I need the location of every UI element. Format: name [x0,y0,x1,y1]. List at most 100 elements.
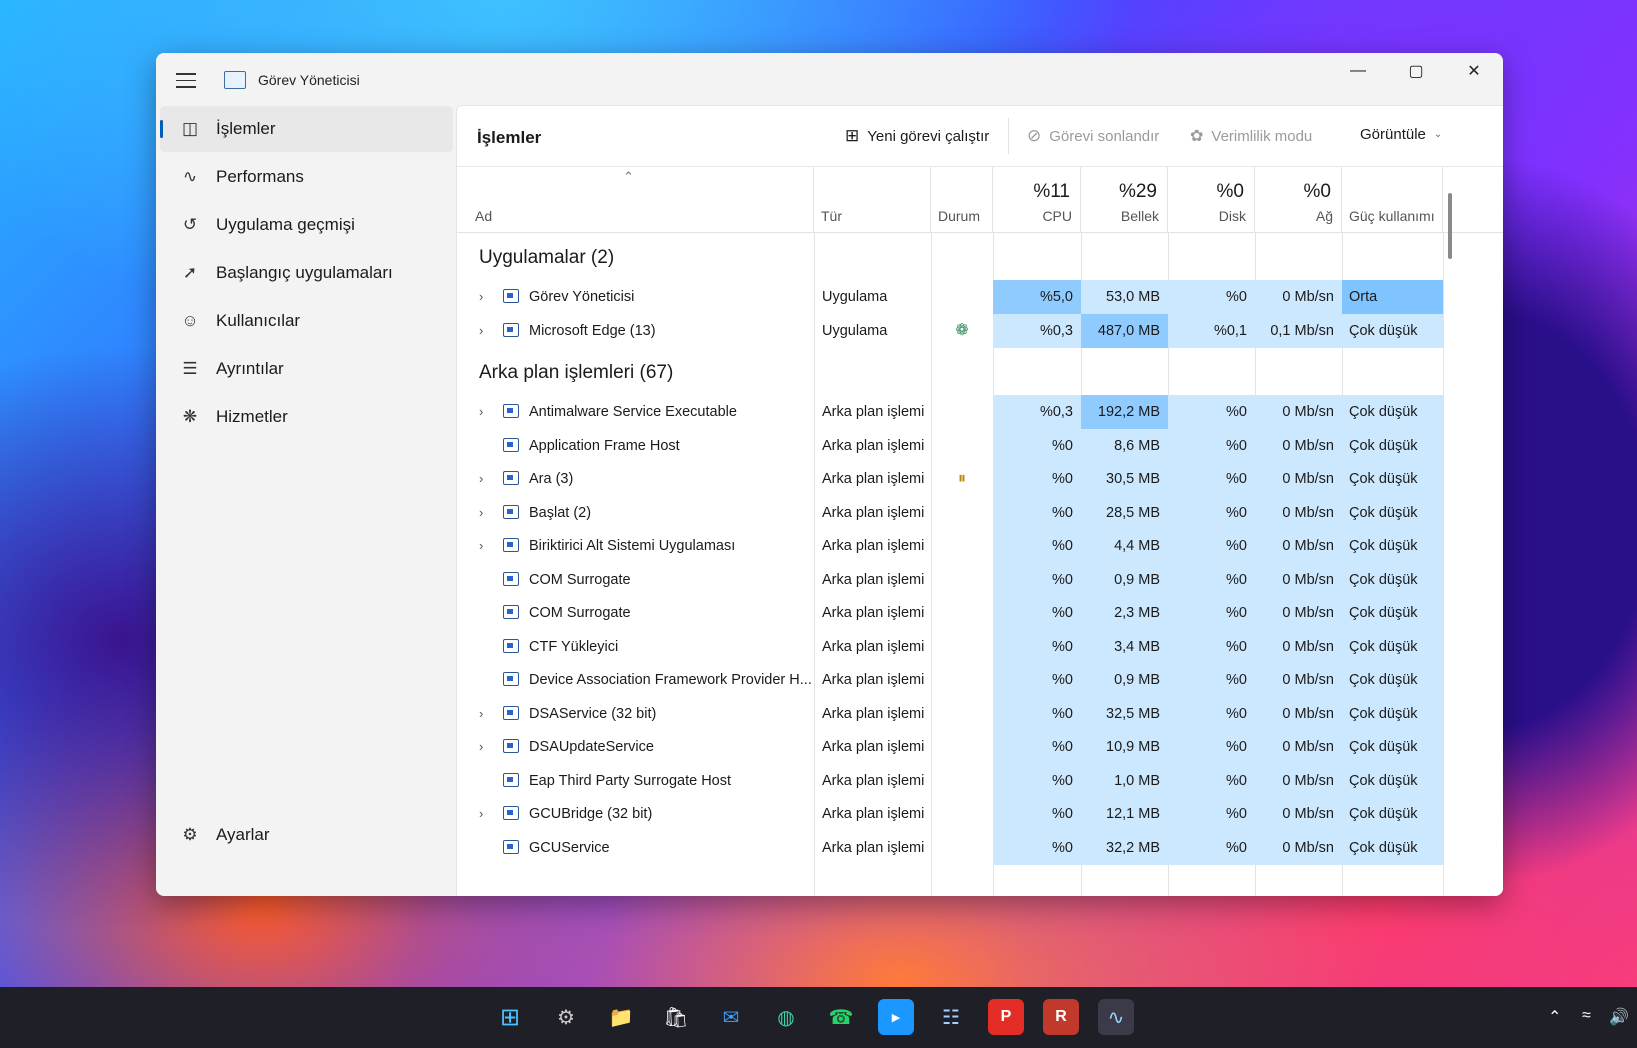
file-explorer-icon[interactable]: 📁 [603,999,639,1035]
gear-icon: ⚙ [182,825,198,844]
process-icon [503,538,519,552]
process-power: Çok düşük [1342,495,1443,530]
table-row[interactable]: › Microsoft Edge (13) Uygulama ❁ %0,3 487,0 M… [457,314,1503,348]
table-row[interactable]: › DSAUpdateService Arka plan işlemi %0 10,9 … [457,730,1503,764]
maximize-button[interactable]: ▢ [1387,53,1445,89]
process-net: 0 Mb/sn [1255,629,1342,664]
table-row[interactable]: COM Surrogate Arka plan işlemi %0 0,9 MB %0 0… [457,562,1503,597]
column-header-power[interactable]: Güç kullanımı [1342,167,1443,232]
sidebar-item-app-history[interactable]: ↺ Uygulama geçmişi [160,202,453,248]
chevron-right-icon[interactable]: › [479,314,493,348]
table-row[interactable]: › Biriktirici Alt Sistemi Uygulaması Arka … [457,529,1503,563]
services-icon: ❋ [182,407,198,426]
sidebar-item-services[interactable]: ❋ Hizmetler [160,394,453,440]
sidebar-item-startup-apps[interactable]: ➚ Başlangıç uygulamaları [160,250,453,296]
efficiency-mode-label: Verimlilik modu [1211,127,1313,145]
process-name: CTF Yükleyici [529,638,619,655]
table-row[interactable]: Device Association Framework Provider H.… [457,663,1503,697]
main-panel: İşlemler ⊞ Yeni görevi çalıştır ⊘ Görevi… [456,105,1503,896]
prime-video-icon[interactable]: ▶ [878,999,914,1035]
vertical-scrollbar[interactable] [1448,193,1452,259]
column-status-label: Durum [938,208,981,224]
table-row[interactable]: Eap Third Party Surrogate Host Arka plan … [457,763,1503,798]
r-app-icon[interactable]: R [1043,999,1079,1035]
chevron-right-icon[interactable]: › [479,280,493,314]
process-mem: 2,3 MB [1081,596,1168,630]
column-header-name[interactable]: ⌃ Ad [457,167,814,232]
sidebar-item-settings[interactable]: ⚙ Ayarlar [160,812,453,858]
chevron-down-icon: ⌄ [1433,129,1443,140]
view-dropdown[interactable]: Görüntüle ⌄ [1360,126,1442,143]
sidebar-item-label: Kullanıcılar [216,311,301,330]
notepad-icon[interactable]: ☷ [933,999,969,1035]
column-header-memory[interactable]: %29 Bellek [1081,167,1168,232]
process-icon [503,504,519,519]
chevron-right-icon[interactable]: › [479,697,493,731]
table-row[interactable]: › Başlat (2) Arka plan işlemi %0 28,5 MB %0 0 … [457,495,1503,530]
settings-app-icon[interactable]: ⚙ [548,999,584,1035]
efficiency-mode-button[interactable]: ✿ Verimlilik modu [1190,126,1312,146]
red-app-icon[interactable]: P [988,999,1024,1035]
mail-icon[interactable]: ✉ [713,999,749,1035]
column-header-status[interactable]: Durum [931,167,993,232]
chevron-right-icon[interactable]: › [479,797,493,831]
process-net: 0 Mb/sn [1255,462,1342,496]
minimize-button[interactable]: — [1329,53,1387,89]
table-row[interactable]: COM Surrogate Arka plan işlemi %0 2,3 MB %0 0… [457,596,1503,630]
wifi-icon[interactable]: ≈ [1582,1007,1591,1025]
process-disk: %0 [1168,428,1255,463]
sidebar-item-processes[interactable]: ◫ İşlemler [160,106,453,152]
process-name: GCUBridge (32 bit) [529,806,653,822]
chevron-up-icon[interactable]: ⌃ [1548,1007,1561,1027]
process-net: 0 Mb/sn [1255,562,1342,597]
sidebar-item-users[interactable]: ☺ Kullanıcılar [160,298,453,344]
run-new-task-button[interactable]: ⊞ Yeni görevi çalıştır [845,126,989,146]
table-row[interactable]: CTF Yükleyici Arka plan işlemi %0 3,4 MB %0 0… [457,629,1503,664]
table-row[interactable]: › Antimalware Service Executable Arka plan… [457,395,1503,429]
process-net: 0 Mb/sn [1255,428,1342,463]
column-header-disk[interactable]: %0 Disk [1168,167,1255,232]
process-name: Başlat (2) [529,504,592,521]
table-row[interactable]: › Ara (3) Arka plan işlemi ⏸ %0 30,5 MB %0 0 Mb… [457,462,1503,496]
close-button[interactable]: ✕ [1445,53,1503,89]
edge-browser-icon[interactable]: ◍ [768,999,804,1035]
process-name: DSAUpdateService [529,739,654,755]
chevron-right-icon[interactable]: › [479,496,493,530]
process-cpu: %5,0 [993,280,1081,314]
process-mem: 30,5 MB [1081,462,1168,496]
task-manager-app-icon [224,71,246,89]
process-net: 0 Mb/sn [1255,280,1342,314]
store-icon[interactable]: 🛍 [658,999,694,1035]
column-type-label: Tür [821,208,842,224]
volume-icon[interactable]: 🔊 [1609,1007,1629,1027]
whatsapp-icon[interactable]: ☎ [823,999,859,1035]
chevron-right-icon[interactable]: › [479,529,493,563]
table-row[interactable]: › GCUBridge (32 bit) Arka plan işlemi %0 12,… [457,797,1503,831]
start-button-icon[interactable]: ⊞ [492,999,528,1035]
chevron-right-icon[interactable]: › [479,462,493,496]
chevron-right-icon[interactable]: › [479,395,493,429]
sidebar-item-details[interactable]: ☰ Ayrıntılar [160,346,453,392]
process-net: 0 Mb/sn [1255,596,1342,630]
process-type: Uygulama [822,289,888,305]
table-row[interactable]: › Görev Yöneticisi Uygulama %5,0 53,0 MB %0 0 … [457,280,1503,314]
chevron-right-icon[interactable]: › [479,730,493,764]
table-row[interactable]: GCUService Arka plan işlemi %0 32,2 MB %0 0 M… [457,830,1503,865]
hamburger-menu-icon[interactable] [176,73,196,88]
column-header-cpu[interactable]: %11 CPU [993,167,1081,232]
table-row[interactable]: › DSAService (32 bit) Arka plan işlemi %0 32… [457,696,1503,731]
task-manager-taskbar-icon[interactable]: ∿ [1098,999,1134,1035]
process-icon [503,605,519,619]
sidebar-item-performance[interactable]: ∿ Performans [160,154,453,200]
process-disk: %0 [1168,763,1255,798]
performance-icon: ∿ [182,167,198,186]
process-type: Uygulama [822,323,888,339]
end-task-button[interactable]: ⊘ Görevi sonlandır [1027,126,1159,146]
cpu-total: %11 [1033,181,1070,202]
window-title: Görev Yöneticisi [258,72,360,88]
table-row[interactable]: Application Frame Host Arka plan işlemi %0… [457,428,1503,463]
column-header-network[interactable]: %0 Ağ [1255,167,1342,232]
column-cpu-label: CPU [1042,208,1072,224]
users-icon: ☺ [181,311,199,330]
column-header-type[interactable]: Tür [814,167,931,232]
